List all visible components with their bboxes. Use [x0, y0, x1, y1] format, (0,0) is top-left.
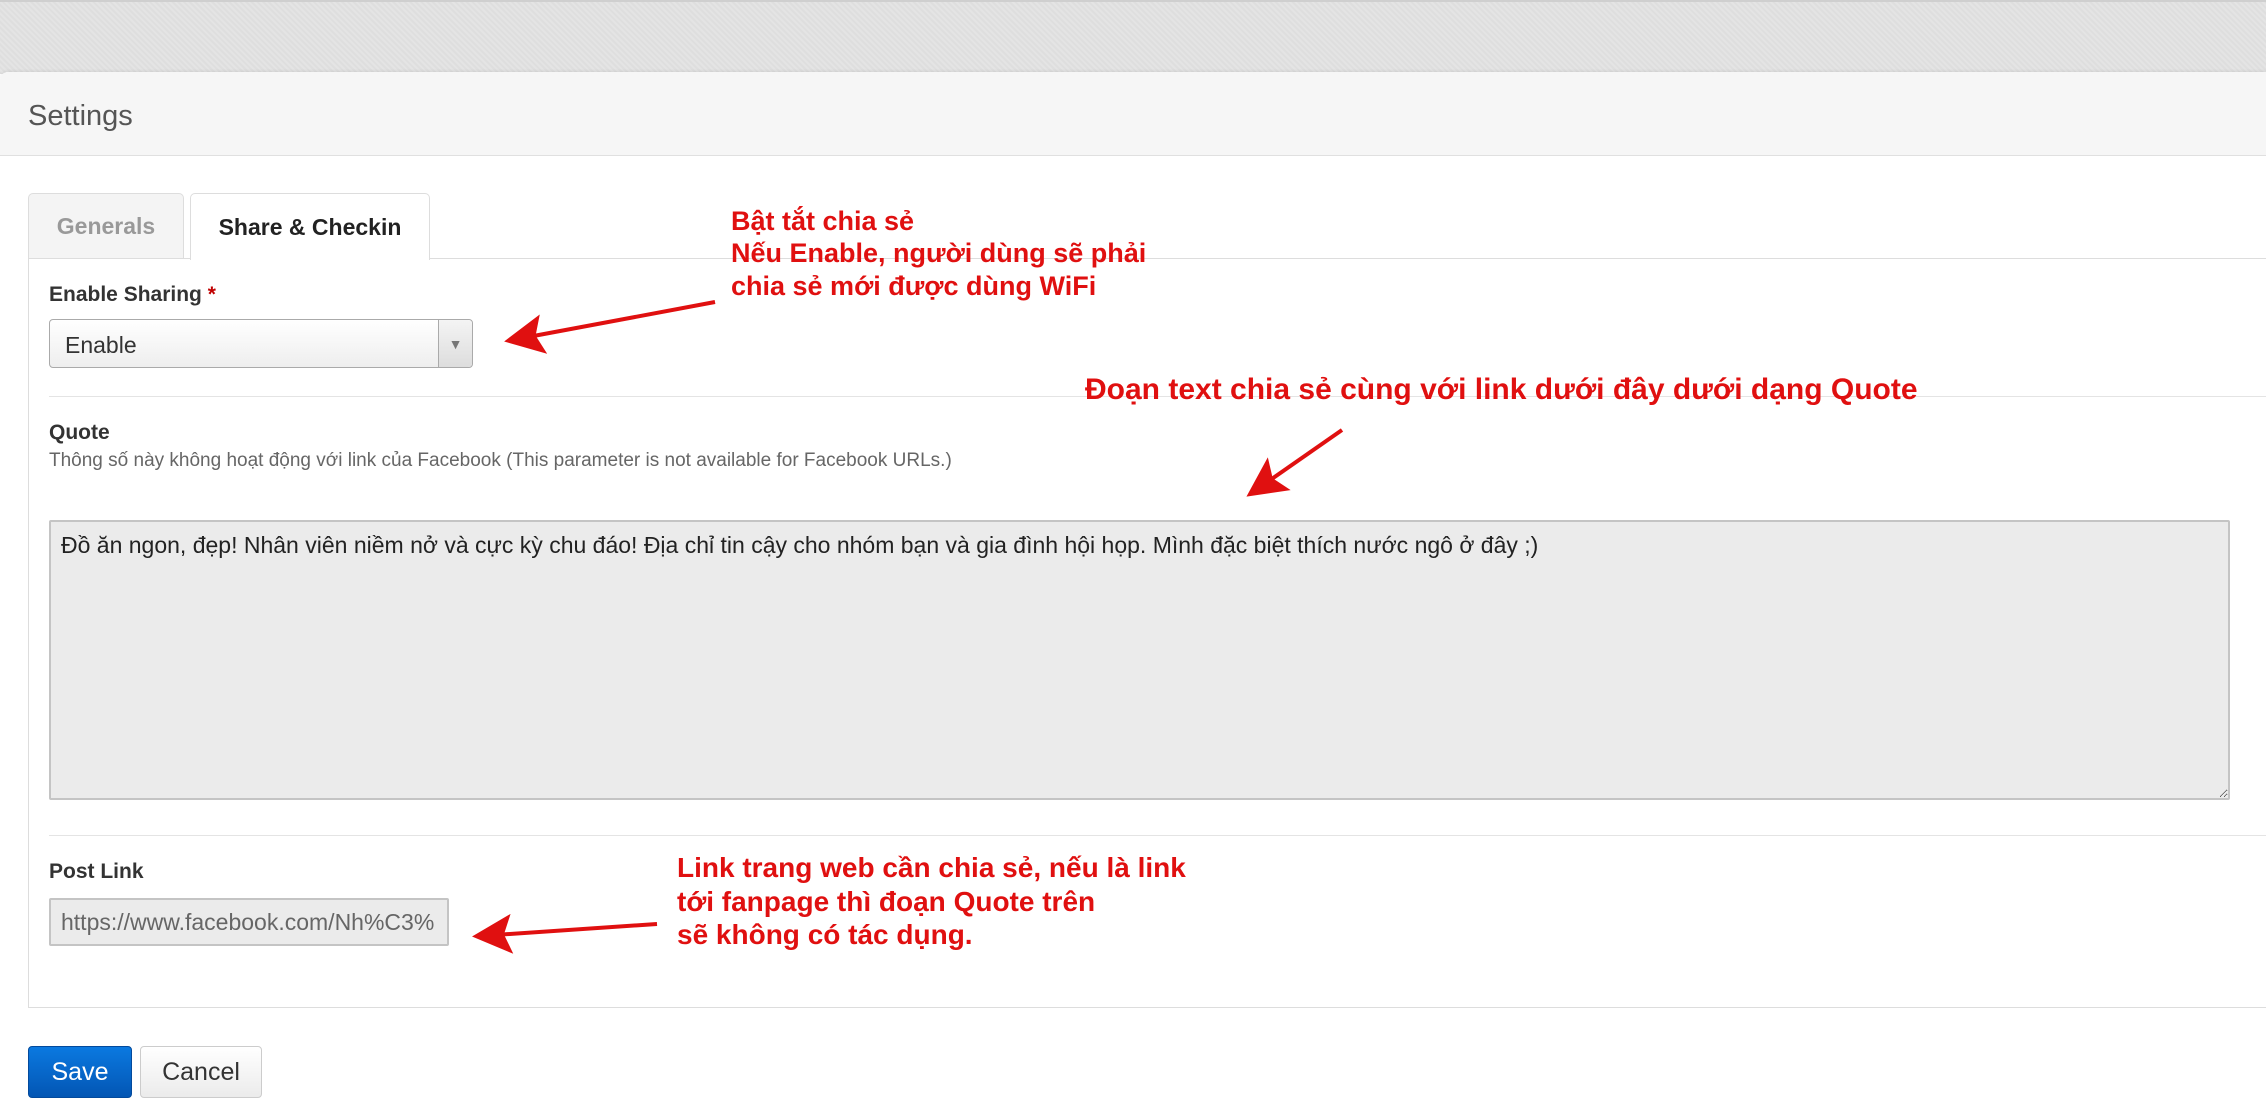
- post-link-label: Post Link: [49, 860, 144, 883]
- enable-sharing-label-text: Enable Sharing: [49, 283, 202, 306]
- sharing-annotation-line: chia sẻ mới được dùng WiFi: [731, 270, 1097, 301]
- post-link-input[interactable]: [49, 898, 449, 946]
- quote-label: Quote: [49, 421, 110, 444]
- post-link-annotation-line: Link trang web cần chia sẻ, nếu là link: [677, 852, 1186, 883]
- window-background: [0, 0, 2266, 74]
- post-link-annotation-line: sẽ không có tác dụng.: [677, 919, 973, 951]
- enable-sharing-value: Enable: [65, 332, 137, 358]
- sharing-annotation-line: Nếu Enable, người dùng sẽ phải: [731, 238, 1147, 269]
- quote-annotation: Đoạn text chia sẻ cùng với link dưới đây…: [1085, 373, 1918, 406]
- cancel-button[interactable]: Cancel: [140, 1046, 262, 1098]
- divider: [49, 835, 2266, 836]
- enable-sharing-label: Enable Sharing *: [49, 283, 216, 307]
- panel-title: Settings: [28, 100, 133, 132]
- sharing-annotation: Bật tắt chia sẻ Nếu Enable, người dùng s…: [731, 205, 1146, 302]
- enable-sharing-select[interactable]: Enable ▼: [49, 319, 473, 368]
- tab-share-checkin[interactable]: Share & Checkin: [190, 193, 430, 260]
- chevron-down-icon[interactable]: ▼: [438, 320, 472, 367]
- tab-generals[interactable]: Generals: [28, 193, 184, 259]
- quote-help-text: Thông số này không hoạt động với link củ…: [49, 450, 952, 471]
- save-button[interactable]: Save: [28, 1046, 132, 1098]
- post-link-annotation-line: tới fanpage thì đoạn Quote trên: [677, 885, 1096, 917]
- panel-header: Settings: [0, 72, 2266, 156]
- required-mark: *: [207, 283, 216, 306]
- quote-textarea[interactable]: Đồ ăn ngon, đẹp! Nhân viên niềm nở và cự…: [49, 520, 2230, 800]
- sharing-annotation-line: Bật tắt chia sẻ: [731, 206, 915, 236]
- post-link-annotation: Link trang web cần chia sẻ, nếu là link …: [677, 851, 1186, 952]
